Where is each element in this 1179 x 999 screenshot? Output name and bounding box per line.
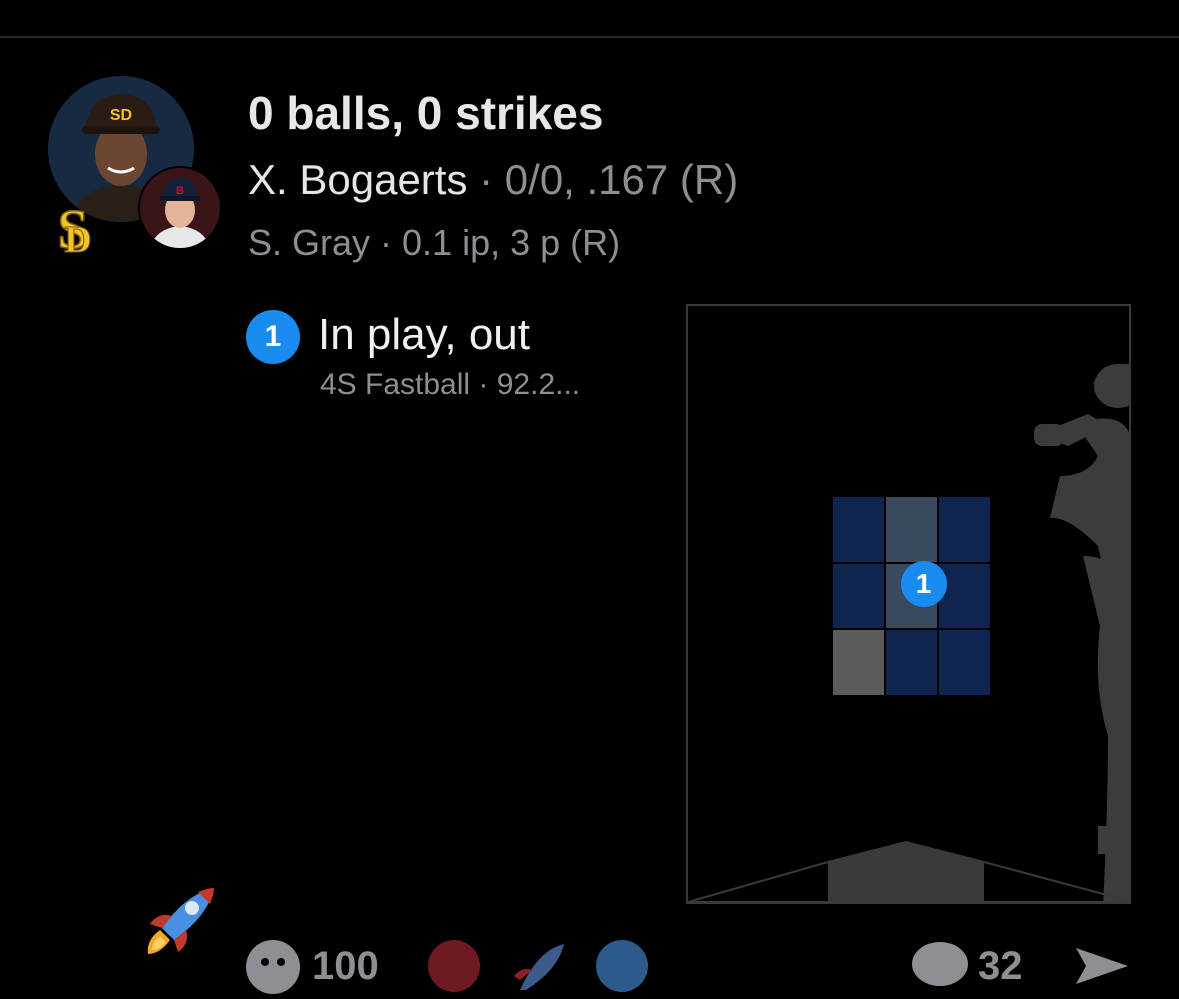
- pitch-result[interactable]: In play, out: [318, 310, 530, 360]
- strike-zone-panel[interactable]: 1: [686, 304, 1131, 904]
- zone-cell: [832, 496, 885, 563]
- reaction-rocket-icon[interactable]: [512, 940, 566, 999]
- emoji-face-icon[interactable]: [246, 940, 300, 999]
- batter-line[interactable]: X. Bogaerts · 0/0, .167 (R): [248, 156, 738, 204]
- svg-text:B: B: [176, 185, 184, 197]
- top-divider: [0, 36, 1179, 38]
- svg-text:SD: SD: [110, 107, 132, 124]
- pitch-detail: 4S Fastball · 92.2...: [320, 368, 581, 401]
- batter-stats: · 0/0, .167 (R): [467, 156, 739, 203]
- zone-cell: [938, 562, 991, 630]
- pitcher-line[interactable]: S. Gray · 0.1 ip, 3 p (R): [248, 222, 620, 264]
- zone-cell: [832, 562, 885, 630]
- share-arrow-icon[interactable]: [1072, 944, 1132, 989]
- pitcher-avatar[interactable]: B: [138, 166, 222, 250]
- pitch-location-marker[interactable]: 1: [900, 560, 947, 607]
- pitch-number-badge: 1: [246, 310, 300, 364]
- reaction-count: 100: [312, 944, 379, 988]
- zone-cell: [832, 629, 885, 696]
- reaction-circle-blue-icon[interactable]: [596, 940, 648, 997]
- zone-cell: [885, 496, 938, 563]
- comment-count: 32: [978, 944, 1023, 988]
- zone-cell: [885, 629, 938, 696]
- batter-name[interactable]: X. Bogaerts: [248, 156, 467, 203]
- rocket-icon[interactable]: [136, 884, 218, 960]
- count-title: 0 balls, 0 strikes: [248, 87, 604, 139]
- zone-cell: [938, 496, 991, 563]
- comment-bubble-icon[interactable]: [910, 940, 970, 995]
- reaction-circle-red-icon[interactable]: [428, 940, 480, 997]
- svg-text:D: D: [64, 219, 91, 258]
- padres-sd-logo-icon: S D: [48, 194, 98, 262]
- strike-zone-grid: 1: [832, 496, 991, 696]
- zone-cell: [938, 629, 991, 696]
